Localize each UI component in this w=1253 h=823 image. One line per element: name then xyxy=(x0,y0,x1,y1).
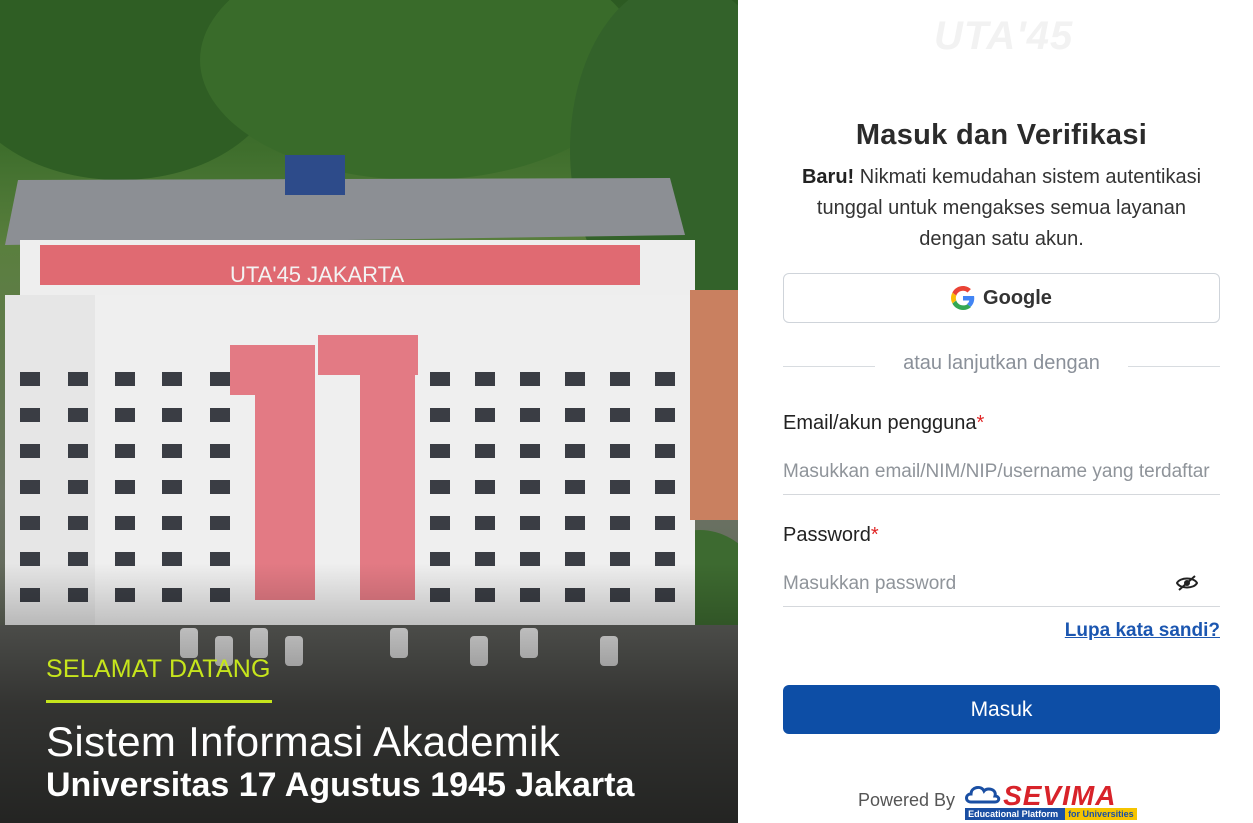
building-window xyxy=(162,408,182,422)
building-window xyxy=(210,516,230,530)
building-window xyxy=(475,516,495,530)
building-window xyxy=(520,372,540,386)
building-window xyxy=(210,480,230,494)
building-window xyxy=(475,372,495,386)
building-window xyxy=(210,444,230,458)
sevima-tagline-right: for Universities xyxy=(1065,808,1138,820)
building-window xyxy=(610,372,630,386)
welcome-underline xyxy=(46,700,272,703)
welcome-text: SELAMAT DATANG xyxy=(46,655,271,683)
cloud-icon xyxy=(965,785,1001,804)
password-input[interactable] xyxy=(783,561,1220,607)
sevima-tagline-left: Educational Platform xyxy=(965,808,1066,820)
login-submit-button[interactable]: Masuk xyxy=(783,685,1220,734)
building-window xyxy=(162,516,182,530)
building-window xyxy=(430,372,450,386)
building-window xyxy=(565,516,585,530)
forgot-password-link[interactable]: Lupa kata sandi? xyxy=(1065,620,1220,642)
building-window xyxy=(68,480,88,494)
building-window xyxy=(115,516,135,530)
building-window xyxy=(655,408,675,422)
building-window xyxy=(520,516,540,530)
login-panel: UTA'45 Masuk dan Verifikasi Baru! Nikmat… xyxy=(738,0,1253,823)
building-window xyxy=(68,516,88,530)
required-asterisk: * xyxy=(976,412,985,434)
new-badge-text: Baru! xyxy=(801,166,855,188)
building-window xyxy=(430,516,450,530)
email-label: Email/akun pengguna* xyxy=(783,412,985,434)
building-window xyxy=(68,444,88,458)
building-window xyxy=(655,480,675,494)
building-window xyxy=(115,372,135,386)
google-button-label: Google xyxy=(983,286,1052,309)
building-window xyxy=(430,444,450,458)
description-text: Nikmati kemudahan sistem autentikasi tun… xyxy=(816,166,1202,250)
building-window xyxy=(475,444,495,458)
sevima-logo: SEVIMA Educational Platform for Universi… xyxy=(965,780,1138,820)
building-window xyxy=(610,480,630,494)
university-logo: UTA'45 xyxy=(934,14,1074,58)
building-window xyxy=(210,408,230,422)
building-window xyxy=(565,444,585,458)
building-window xyxy=(565,408,585,422)
building-window xyxy=(655,372,675,386)
login-description: Baru! Nikmati kemudahan sistem autentika… xyxy=(783,162,1220,255)
hero-title: Sistem Informasi Akademik xyxy=(46,718,561,765)
building-window xyxy=(115,480,135,494)
building-window xyxy=(115,408,135,422)
building-window xyxy=(20,516,40,530)
hero-subtitle: Universitas 17 Agustus 1945 Jakarta xyxy=(46,766,635,804)
building-window xyxy=(68,372,88,386)
building-window xyxy=(210,372,230,386)
building-window xyxy=(162,444,182,458)
building-window xyxy=(610,408,630,422)
hero-banner: UTA'45 JAKARTA SELAMAT DATANG Sistem Inf… xyxy=(0,0,738,823)
password-label: Password* xyxy=(783,524,879,546)
building-window xyxy=(20,372,40,386)
building-window xyxy=(430,480,450,494)
building-window xyxy=(520,408,540,422)
email-input[interactable] xyxy=(783,449,1220,495)
powered-by: Powered By SEVIMA Educational Platform f… xyxy=(858,780,1138,820)
building-window xyxy=(475,480,495,494)
building-window xyxy=(610,444,630,458)
building-window xyxy=(520,444,540,458)
building-window xyxy=(162,372,182,386)
building-window xyxy=(565,480,585,494)
building-window xyxy=(430,408,450,422)
divider-text: atau lanjutkan dengan xyxy=(899,352,1104,374)
login-title: Masuk dan Verifikasi xyxy=(855,119,1148,151)
building-window xyxy=(20,480,40,494)
building-window xyxy=(565,372,585,386)
building-window xyxy=(655,444,675,458)
google-icon xyxy=(951,286,975,310)
required-asterisk: * xyxy=(870,524,879,546)
building-window xyxy=(520,480,540,494)
powered-by-text: Powered By xyxy=(858,789,956,810)
building-window xyxy=(162,480,182,494)
or-divider: atau lanjutkan dengan xyxy=(783,352,1220,380)
building-window xyxy=(655,516,675,530)
building-window xyxy=(68,408,88,422)
building-window xyxy=(20,444,40,458)
building-window xyxy=(115,444,135,458)
building-window xyxy=(610,516,630,530)
building-sign-text: UTA'45 JAKARTA xyxy=(230,262,404,287)
toggle-password-visibility-icon[interactable] xyxy=(1174,572,1200,594)
building-window xyxy=(20,408,40,422)
google-login-button[interactable]: Google xyxy=(783,273,1220,323)
building-window xyxy=(475,408,495,422)
